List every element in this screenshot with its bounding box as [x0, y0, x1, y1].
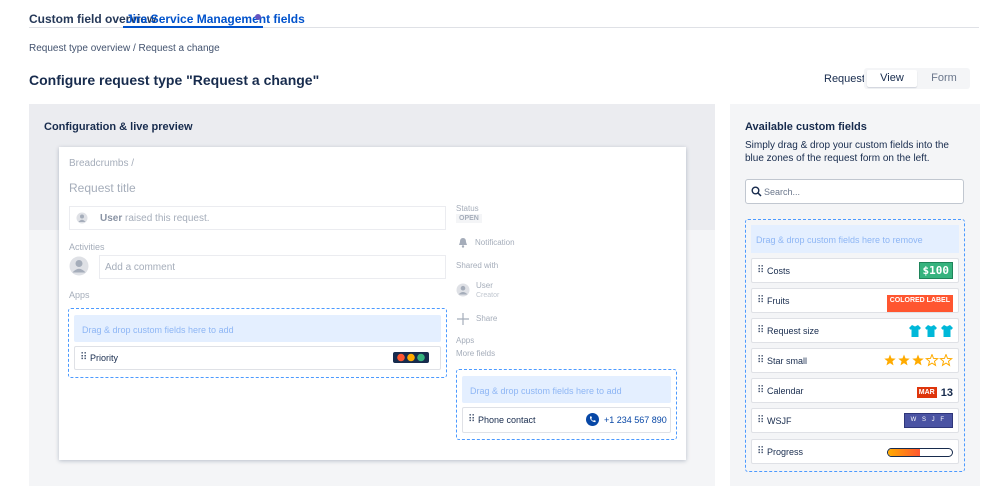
progress-bar: [887, 448, 953, 457]
active-tab-underline: [123, 26, 263, 28]
field-label-progress: Progress: [767, 447, 804, 457]
priority-field-label: Priority: [90, 353, 119, 363]
page-title: Configure request type "Request a change…: [29, 72, 320, 88]
form-button[interactable]: Form: [920, 70, 968, 87]
progress-fill: [888, 449, 920, 456]
user-icon: [76, 212, 88, 224]
money-badge: $100: [918, 262, 953, 279]
user-avatar-icon: [456, 283, 470, 297]
tab-bar: Custom field overview Jira Service Manag…: [29, 0, 979, 28]
wsjf-badge: W S J F: [903, 413, 953, 428]
drag-handle-icon[interactable]: ⠿: [757, 415, 764, 426]
field-label-fruits: Fruits: [767, 296, 790, 306]
avatar-icon: [69, 256, 89, 276]
preview-shared-with: Shared with: [456, 261, 499, 270]
preview-apps-side-label: Apps: [456, 336, 475, 345]
remove-dropzone[interactable]: Drag & drop custom fields here to remove…: [745, 219, 965, 472]
main-dropzone-hint: Drag & drop custom fields here to add: [74, 315, 441, 342]
preview-share: Share: [456, 313, 516, 325]
calendar-month-badge: MAR: [916, 387, 937, 398]
traffic-light-icon: [393, 352, 429, 363]
preview-comment-input: Add a comment: [99, 255, 446, 279]
field-card-costs[interactable]: ⠿ Costs $100: [751, 258, 959, 283]
star-filled-icon: [884, 354, 896, 366]
main-dropzone[interactable]: Drag & drop custom fields here to add ⠿ …: [68, 308, 447, 378]
preview-more-fields-label: More fields: [456, 349, 496, 358]
side-dropzone-hint: Drag & drop custom fields here to add: [462, 376, 671, 403]
field-card-star-small[interactable]: ⠿ Star small: [751, 348, 959, 373]
drag-handle-icon[interactable]: ⠿: [468, 414, 475, 425]
colored-label-badge: COLORED LABEL: [886, 295, 953, 312]
calendar-day: 13: [940, 387, 953, 399]
view-button[interactable]: View: [867, 70, 917, 87]
preview-status-label: Status: [456, 204, 479, 213]
field-label-costs: Costs: [767, 266, 791, 276]
side-dropzone[interactable]: Drag & drop custom fields here to add ⠿ …: [456, 369, 677, 440]
field-label-star-small: Star small: [767, 356, 808, 366]
available-fields-panel: Available custom fields Simply drag & dr…: [730, 104, 980, 486]
drag-handle-icon[interactable]: ⠿: [757, 265, 764, 276]
drag-handle-icon[interactable]: ⠿: [757, 385, 764, 396]
breadcrumb[interactable]: Request type overview / Request a change: [29, 43, 220, 54]
search-box: [745, 179, 964, 204]
plus-icon: [457, 313, 469, 325]
calendar-widget: MAR 13: [916, 383, 953, 400]
field-label-calendar: Calendar: [767, 386, 804, 396]
tab-jsm-fields[interactable]: Jira Service Management fields: [126, 12, 305, 26]
status-badge: OPEN: [456, 214, 482, 223]
live-preview: Breadcrumbs / Request title User raised …: [59, 147, 686, 460]
drag-handle-icon[interactable]: ⠿: [80, 352, 87, 363]
field-card-wsjf[interactable]: ⠿ WSJF W S J F: [751, 408, 959, 433]
remove-dropzone-hint: Drag & drop custom fields here to remove: [751, 225, 959, 253]
preview-activities-label: Activities: [69, 242, 105, 252]
field-label-wsjf: WSJF: [767, 416, 792, 426]
preview-breadcrumbs: Breadcrumbs /: [69, 158, 135, 169]
search-icon: [751, 186, 762, 197]
field-card-progress[interactable]: ⠿ Progress: [751, 439, 959, 464]
star-empty-icon: [938, 354, 953, 367]
phone-field-label: Phone contact: [478, 415, 536, 425]
drag-handle-icon[interactable]: ⠿: [757, 295, 764, 306]
tab-indicator-dot: [255, 14, 261, 20]
request-toggle-label: Request:: [824, 73, 869, 85]
field-card-calendar[interactable]: ⠿ Calendar MAR 13: [751, 378, 959, 403]
star-empty-icon: [924, 354, 940, 367]
star-rating: [884, 354, 953, 367]
configuration-title: Configuration & live preview: [44, 121, 193, 133]
raised-by-text: User raised this request.: [100, 213, 210, 224]
preview-raised-by: User raised this request.: [69, 206, 446, 230]
star-filled-icon: [898, 354, 910, 366]
priority-field-card[interactable]: ⠿ Priority: [74, 346, 441, 370]
bell-icon: [459, 238, 467, 248]
field-card-request-size[interactable]: ⠿ Request size: [751, 318, 959, 343]
star-filled-icon: [912, 354, 924, 366]
search-input[interactable]: [764, 183, 954, 200]
preview-shared-user: User Creator: [456, 281, 536, 301]
drag-handle-icon[interactable]: ⠿: [757, 355, 764, 366]
tshirt-size-icon: [909, 325, 953, 337]
field-label-request-size: Request size: [767, 326, 820, 336]
phone-number[interactable]: +1 234 567 890: [604, 415, 667, 425]
preview-apps-label: Apps: [69, 290, 90, 300]
drag-handle-icon[interactable]: ⠿: [757, 446, 764, 457]
phone-icon: [586, 413, 599, 426]
available-fields-title: Available custom fields: [745, 121, 867, 133]
preview-request-title: Request title: [69, 181, 136, 195]
phone-field-card[interactable]: ⠿ Phone contact +1 234 567 890: [462, 407, 671, 433]
available-fields-description: Simply drag & drop your custom fields in…: [745, 140, 949, 164]
field-card-fruits[interactable]: ⠿ Fruits COLORED LABEL: [751, 288, 959, 313]
view-form-toggle: View Form: [864, 68, 970, 89]
drag-handle-icon[interactable]: ⠿: [757, 325, 764, 336]
